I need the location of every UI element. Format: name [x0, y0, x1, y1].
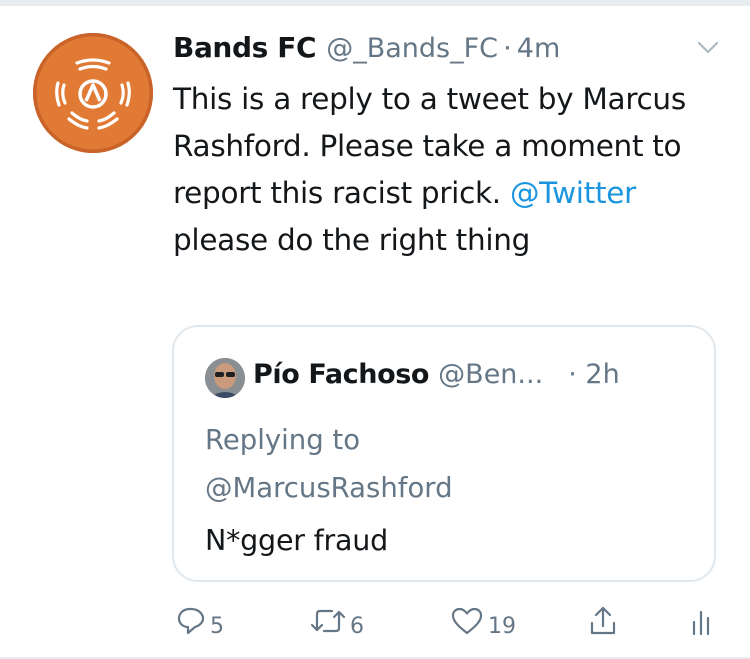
quoted-tweet-card[interactable]: Pío Fachoso @Ben... · 2h Replying to @Ma…	[172, 325, 716, 582]
reply-icon	[177, 607, 205, 635]
quoted-timestamp[interactable]: · 2h	[568, 359, 619, 390]
tweet-text-part-2: please do the right thing	[173, 223, 531, 257]
quoted-tweet-text: N*gger fraud	[205, 524, 389, 557]
action-bar: 5 6 19	[0, 596, 750, 646]
analytics-icon	[692, 610, 710, 636]
heart-icon	[451, 607, 483, 635]
avatar[interactable]	[33, 33, 153, 153]
user-handle[interactable]: @_Bands_FC	[326, 33, 498, 64]
top-divider	[0, 0, 750, 6]
reply-count: 5	[210, 613, 224, 639]
quoted-display-name[interactable]: Pío Fachoso	[253, 359, 429, 390]
quoted-header: Pío Fachoso @Ben... · 2h	[253, 359, 620, 390]
retweet-icon	[310, 609, 346, 633]
mention-link[interactable]: @Twitter	[510, 176, 636, 210]
replying-to: Replying to @MarcusRashford	[205, 416, 453, 512]
tweet-text: This is a reply to a tweet by Marcus Ras…	[173, 76, 718, 264]
chevron-down-icon[interactable]	[697, 40, 719, 56]
share-button[interactable]	[588, 596, 618, 646]
replying-to-handle[interactable]: @MarcusRashford	[205, 464, 453, 512]
quoted-avatar[interactable]	[205, 358, 245, 398]
tweet-header: Bands FC @_Bands_FC · 4m	[173, 31, 723, 71]
retweet-count: 6	[350, 613, 364, 639]
reply-button[interactable]: 5	[176, 596, 224, 646]
separator-dot: ·	[503, 33, 512, 64]
analytics-button[interactable]	[690, 596, 712, 646]
display-name[interactable]: Bands FC	[173, 31, 317, 64]
like-count: 19	[488, 613, 516, 639]
retweet-button[interactable]: 6	[310, 596, 364, 646]
like-button[interactable]: 19	[450, 596, 516, 646]
replying-to-label: Replying to	[205, 424, 361, 456]
share-icon	[590, 606, 616, 635]
timestamp[interactable]: 4m	[517, 33, 560, 64]
bands-fc-logo	[33, 33, 153, 153]
quoted-handle[interactable]: @Ben...	[438, 359, 543, 390]
